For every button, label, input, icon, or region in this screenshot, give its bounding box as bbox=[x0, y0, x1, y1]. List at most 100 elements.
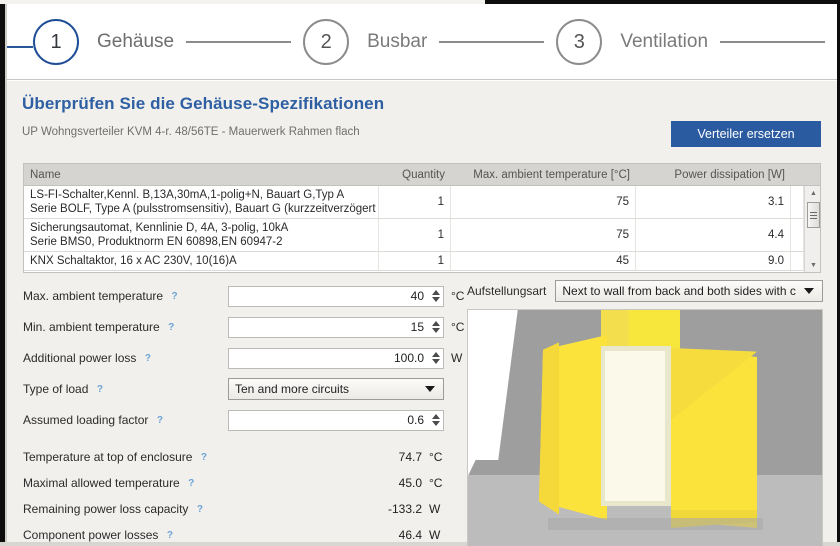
field-row-additional-power-loss: Additional power loss ? W bbox=[23, 343, 462, 373]
help-icon[interactable]: ? bbox=[94, 383, 105, 395]
table-vertical-scrollbar[interactable]: ▲ ▼ bbox=[804, 186, 820, 272]
wizard-step-1-label: Gehäuse bbox=[97, 31, 175, 52]
table-header-power-dissipation[interactable]: Power dissipation [W] bbox=[636, 164, 791, 185]
table-header-max-ambient-temperature[interactable]: Max. ambient temperature [°C] bbox=[451, 164, 636, 185]
additional-power-loss-stepper[interactable] bbox=[228, 347, 444, 369]
spinner-down-icon[interactable] bbox=[431, 421, 440, 426]
spinner-up-icon[interactable] bbox=[431, 290, 440, 295]
result-value-remaining-power-loss-capacity: -133.2 bbox=[387, 502, 422, 516]
field-row-type-of-load: Type of load ? Ten and more circuits bbox=[23, 374, 455, 404]
scroll-down-arrow-icon[interactable]: ▼ bbox=[805, 258, 820, 272]
result-unit-maximal-allowed-temperature: °C bbox=[429, 476, 443, 490]
type-of-load-select[interactable]: Ten and more circuits bbox=[228, 378, 444, 400]
field-label-text: Assumed loading factor bbox=[23, 413, 149, 427]
field-label-text: Max. ambient temperature bbox=[23, 289, 164, 303]
wizard-step-1[interactable]: 1 Gehäuse bbox=[33, 19, 174, 65]
additional-power-loss-spin-buttons[interactable] bbox=[428, 349, 443, 368]
field-label-text: Additional power loss bbox=[23, 351, 137, 365]
spinner-down-icon[interactable] bbox=[431, 359, 440, 364]
help-icon[interactable]: ? bbox=[198, 451, 209, 463]
field-label-assumed-loading-factor: Assumed loading factor ? bbox=[23, 413, 228, 427]
table-header-scrollbar-cap bbox=[803, 164, 820, 185]
table-cell-quantity: 1 bbox=[379, 219, 451, 251]
stepper-connector-2 bbox=[439, 41, 545, 43]
table-body: LS-FI-Schalter,Kennl. B,13A,30mA,1-polig… bbox=[24, 186, 820, 272]
result-value-maximal-allowed-temperature: 45.0 bbox=[398, 476, 422, 490]
mounting-type-select[interactable]: Next to wall from back and both sides wi… bbox=[555, 280, 823, 302]
table-header-name[interactable]: Name bbox=[24, 164, 379, 185]
result-row-component-power-losses: Component power losses ? 46.4 W bbox=[23, 522, 455, 546]
result-value-temperature-at-top: 74.7 bbox=[398, 450, 422, 464]
table-header-quantity[interactable]: Quantity bbox=[379, 164, 451, 185]
help-icon[interactable]: ? bbox=[186, 477, 197, 489]
scrollbar-thumb[interactable] bbox=[807, 202, 820, 228]
min-ambient-temperature-spin-buttons[interactable] bbox=[428, 318, 443, 337]
result-label-text: Temperature at top of enclosure bbox=[23, 450, 193, 464]
field-unit-additional-power-loss: W bbox=[451, 351, 463, 365]
table-cell-power-dissipation: 3.1 bbox=[636, 186, 791, 218]
chevron-down-icon[interactable] bbox=[425, 386, 435, 392]
field-unit-max-ambient-temperature: °C bbox=[451, 289, 465, 303]
field-label-max-ambient-temperature: Max. ambient temperature ? bbox=[23, 289, 228, 303]
table-cell-max-ambient-temperature: 75 bbox=[451, 219, 636, 251]
assumed-loading-factor-stepper[interactable] bbox=[228, 409, 444, 431]
help-icon[interactable]: ? bbox=[164, 529, 175, 541]
wizard-step-1-circle: 1 bbox=[33, 19, 79, 65]
table-row[interactable]: Sicherungsautomat, Kennlinie D, 4A, 3-po… bbox=[24, 219, 804, 252]
table-cell-quantity: 1 bbox=[379, 186, 451, 218]
help-icon[interactable]: ? bbox=[194, 503, 205, 515]
wizard-step-2-label: Busbar bbox=[367, 31, 428, 52]
type-of-load-selected-value: Ten and more circuits bbox=[235, 382, 350, 396]
table-cell-max-ambient-temperature: 75 bbox=[451, 186, 636, 218]
help-icon[interactable]: ? bbox=[142, 352, 153, 364]
table-cell-filler bbox=[791, 186, 804, 218]
wizard-step-2[interactable]: 2 Busbar bbox=[303, 19, 427, 65]
max-ambient-temperature-stepper[interactable] bbox=[228, 285, 444, 307]
table-row[interactable]: LS-FI-Schalter,Kennl. B,13A,30mA,1-polig… bbox=[24, 186, 804, 219]
spinner-up-icon[interactable] bbox=[431, 321, 440, 326]
spinner-up-icon[interactable] bbox=[431, 352, 440, 357]
result-row-maximal-allowed-temperature: Maximal allowed temperature ? 45.0 °C bbox=[23, 470, 455, 496]
replace-distribution-button[interactable]: Verteiler ersetzen bbox=[671, 121, 821, 147]
help-icon[interactable]: ? bbox=[166, 321, 177, 333]
table-cell-name: LS-FI-Schalter,Kennl. B,13A,30mA,1-polig… bbox=[24, 186, 379, 218]
result-label-text: Component power losses bbox=[23, 528, 159, 542]
spinner-down-icon[interactable] bbox=[431, 297, 440, 302]
page-content: Überprüfen Sie die Gehäuse-Spezifikation… bbox=[7, 81, 837, 546]
table-row[interactable]: KNX Schaltaktor, 16 x AC 230V, 10(16)A 1… bbox=[24, 252, 804, 271]
wizard-step-2-circle: 2 bbox=[303, 19, 350, 65]
max-ambient-temperature-spin-buttons[interactable] bbox=[428, 287, 443, 306]
mounting-type-label: Aufstellungsart bbox=[467, 284, 547, 298]
table-header-row: Name Quantity Max. ambient temperature [… bbox=[24, 164, 820, 186]
table-cell-name: KNX Schaltaktor, 16 x AC 230V, 10(16)A bbox=[24, 252, 379, 270]
wizard-step-2-number: 2 bbox=[320, 30, 332, 53]
application-window: 1 Gehäuse 2 Busbar 3 Ventilation Überprü… bbox=[0, 0, 840, 546]
spinner-up-icon[interactable] bbox=[431, 414, 440, 419]
assumed-loading-factor-input[interactable] bbox=[229, 410, 428, 430]
enclosure-ground-shadow bbox=[548, 518, 763, 530]
enclosure-3d-viewport[interactable] bbox=[467, 309, 823, 546]
result-row-temperature-at-top: Temperature at top of enclosure ? 74.7 °… bbox=[23, 444, 455, 470]
stepper-connector-3 bbox=[720, 41, 826, 43]
assumed-loading-factor-spin-buttons[interactable] bbox=[428, 411, 443, 430]
chevron-down-icon[interactable] bbox=[804, 288, 814, 294]
wizard-step-3-number: 3 bbox=[573, 30, 585, 53]
max-ambient-temperature-input[interactable] bbox=[229, 286, 428, 306]
result-value-component-power-losses: 46.4 bbox=[398, 528, 422, 542]
field-unit-min-ambient-temperature: °C bbox=[451, 320, 465, 334]
page-title: Überprüfen Sie die Gehäuse-Spezifikation… bbox=[22, 94, 385, 113]
min-ambient-temperature-input[interactable] bbox=[229, 317, 428, 337]
components-table: Name Quantity Max. ambient temperature [… bbox=[23, 163, 821, 273]
scroll-up-arrow-icon[interactable]: ▲ bbox=[805, 186, 820, 200]
spinner-down-icon[interactable] bbox=[431, 328, 440, 333]
min-ambient-temperature-stepper[interactable] bbox=[228, 316, 444, 338]
page-subtitle: UP Wohngsverteiler KVM 4-r. 48/56TE - Ma… bbox=[22, 126, 360, 138]
mounting-type-row: Aufstellungsart Next to wall from back a… bbox=[467, 279, 823, 303]
enclosure-preview-panel: Aufstellungsart Next to wall from back a… bbox=[467, 279, 823, 546]
table-rows: LS-FI-Schalter,Kennl. B,13A,30mA,1-polig… bbox=[24, 186, 804, 272]
field-row-max-ambient-temperature: Max. ambient temperature ? °C bbox=[23, 281, 464, 311]
help-icon[interactable]: ? bbox=[169, 290, 180, 302]
wizard-step-3[interactable]: 3 Ventilation bbox=[556, 19, 708, 65]
additional-power-loss-input[interactable] bbox=[229, 348, 428, 368]
help-icon[interactable]: ? bbox=[154, 414, 165, 426]
